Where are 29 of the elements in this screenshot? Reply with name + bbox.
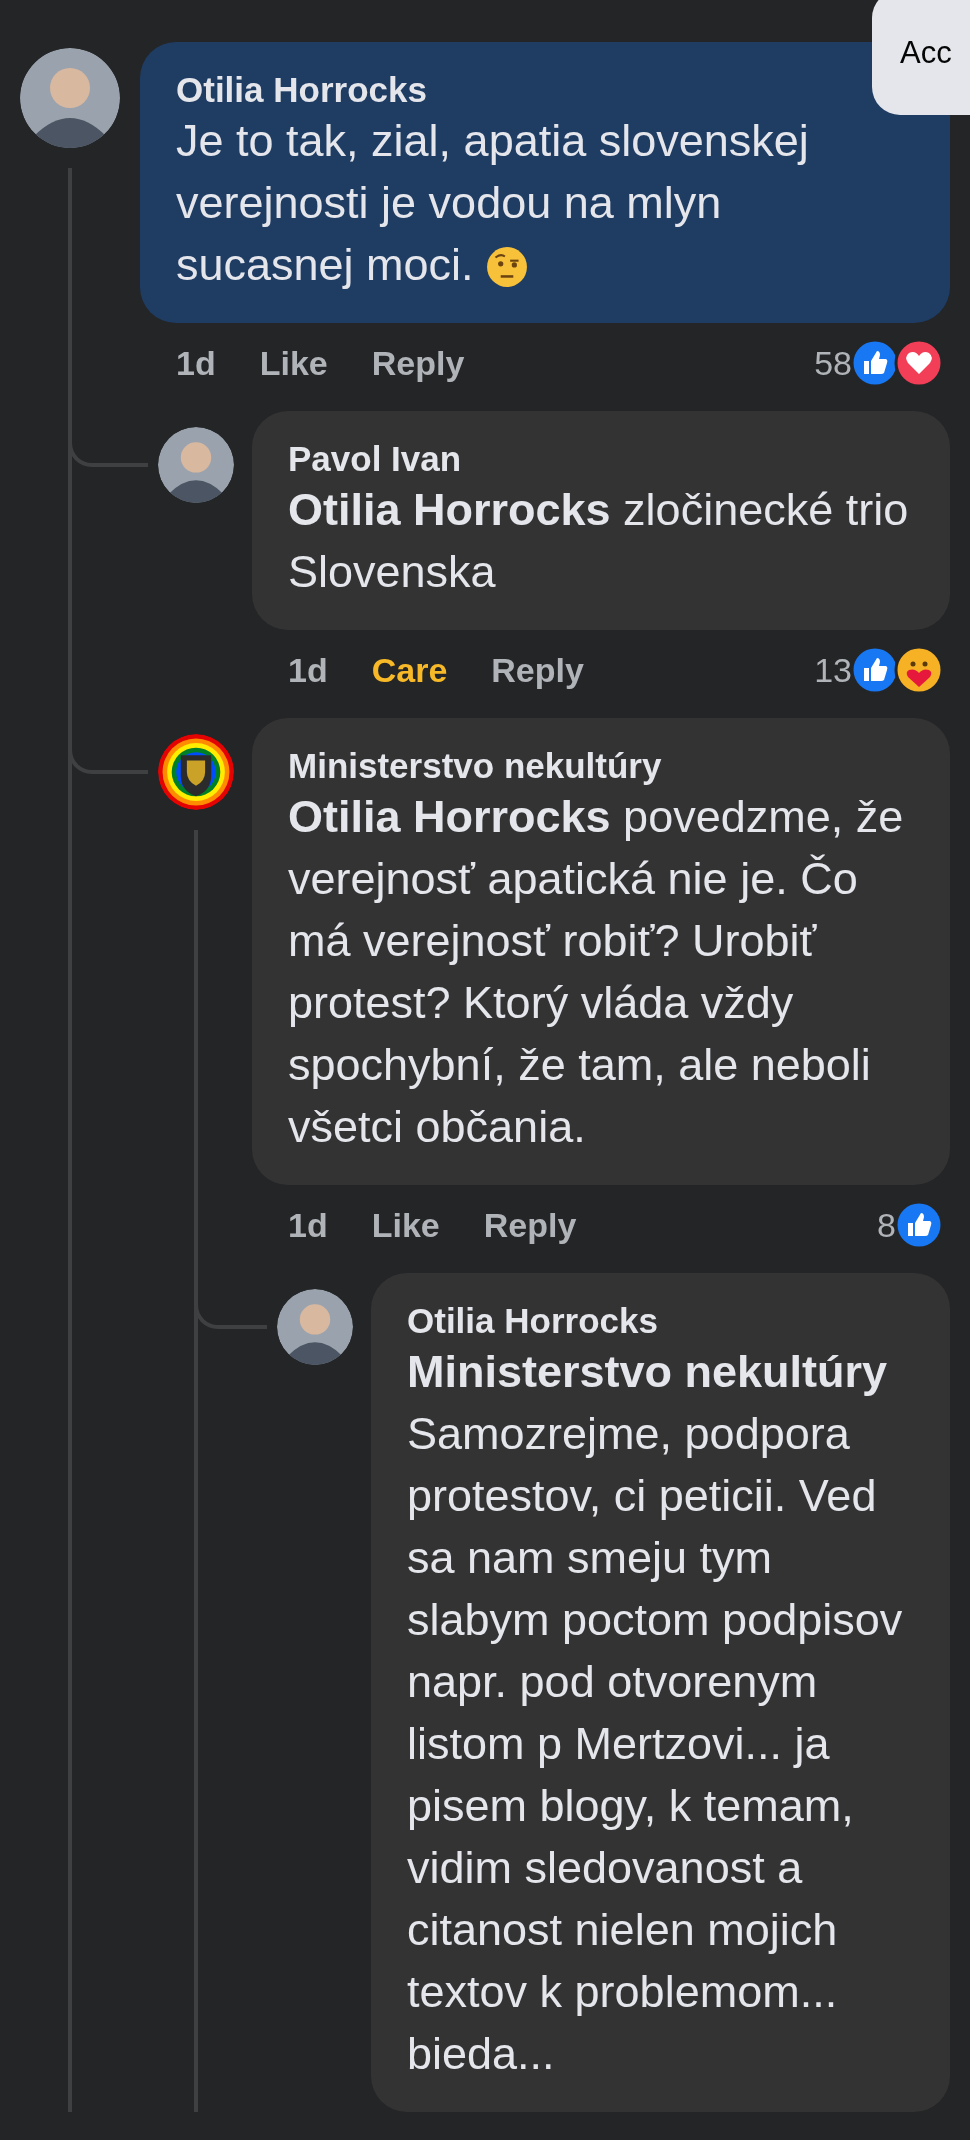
- reaction-count[interactable]: 13: [814, 650, 852, 690]
- author-name[interactable]: Ministerstvo nekultúry: [288, 746, 662, 786]
- comment-text: Ministerstvo nekultúry Samozrejme, podpora protestov, ci peticii. Ved sa nam smeju tym slabym poctom podpisov napr. pod otvorenym listom p Mertzovi... ja pisem blogy, k temam, vidim sledovanost a citanost nielen mojich textov k problemom... bieda...: [407, 1345, 904, 2081]
- crest-avatar[interactable]: [158, 734, 234, 810]
- author-name[interactable]: Pavol Ivan: [288, 439, 462, 479]
- reply-link[interactable]: Reply: [371, 343, 465, 383]
- like-reaction-icon: [894, 1200, 944, 1250]
- react-link[interactable]: Like: [371, 1205, 440, 1245]
- author-name[interactable]: Otilia Horrocks: [176, 70, 427, 110]
- overlay-button[interactable]: Acc: [872, 0, 970, 115]
- reaction-count[interactable]: 58: [814, 343, 852, 383]
- user-avatar[interactable]: [277, 1289, 353, 1365]
- user-avatar[interactable]: [20, 48, 120, 148]
- care-reaction-icon: [894, 645, 944, 695]
- comment-text: Otilia Horrocks zločinecké trio Slovenska: [288, 483, 910, 599]
- reaction-count[interactable]: 8: [877, 1205, 896, 1245]
- comment-text: Otilia Horrocks povedzme, že verejnosť apatická nie je. Čo má verejnosť robiť? Urobiť protest? Ktorý vláda vždy spochybní, že tam, ale neboli všetci občania.: [288, 790, 905, 1154]
- reply-link[interactable]: Reply: [483, 1205, 577, 1245]
- timestamp[interactable]: 1d: [176, 343, 216, 383]
- react-link[interactable]: Like: [259, 343, 328, 383]
- heart-reaction-icon: [894, 338, 944, 388]
- timestamp[interactable]: 1d: [288, 1205, 328, 1245]
- reply-link[interactable]: Reply: [491, 650, 584, 690]
- react-link[interactable]: Care: [371, 650, 448, 690]
- user-avatar[interactable]: [158, 427, 234, 503]
- comment-text: Je to tak, zial, apatia slovenskej verejnosti je vodou na mlyn sucasnej moci.: [176, 114, 810, 292]
- author-name[interactable]: Otilia Horrocks: [407, 1301, 658, 1341]
- raised-eyebrow-emoji-icon: [485, 246, 528, 288]
- timestamp[interactable]: 1d: [288, 650, 328, 690]
